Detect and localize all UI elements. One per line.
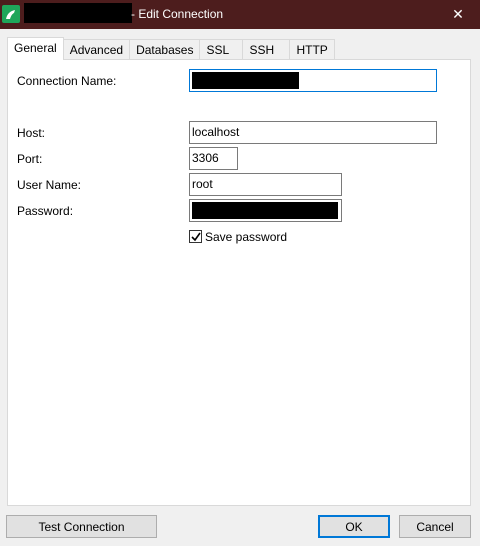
host-input[interactable]: localhost <box>189 121 437 144</box>
close-button[interactable]: ✕ <box>436 0 480 29</box>
tab-ssh[interactable]: SSH <box>242 39 291 59</box>
checkmark-icon <box>191 232 201 242</box>
title-bar: - Edit Connection ✕ <box>0 0 480 29</box>
tab-ssl[interactable]: SSL <box>199 39 244 59</box>
cancel-button[interactable]: Cancel <box>399 515 471 538</box>
tab-bar: General Advanced Databases SSL SSH HTTP <box>7 37 336 60</box>
tab-advanced[interactable]: Advanced <box>62 39 131 59</box>
connection-name-input[interactable] <box>189 69 437 92</box>
save-password-checkbox[interactable] <box>189 230 202 243</box>
redacted-connection-title <box>24 3 132 23</box>
redacted-connection-name <box>192 72 299 89</box>
password-label: Password: <box>17 204 74 218</box>
port-input[interactable]: 3306 <box>189 147 238 170</box>
tab-general[interactable]: General <box>7 37 64 60</box>
tab-databases[interactable]: Databases <box>129 39 201 59</box>
dolphin-app-icon <box>2 5 20 23</box>
close-icon: ✕ <box>452 6 464 22</box>
password-input[interactable] <box>189 199 342 222</box>
username-label: User Name: <box>17 178 82 192</box>
connection-name-label: Connection Name: <box>17 74 117 88</box>
window-title: - Edit Connection <box>131 7 224 21</box>
host-label: Host: <box>17 126 46 140</box>
ok-button[interactable]: OK <box>318 515 390 538</box>
username-input[interactable]: root <box>189 173 342 196</box>
save-password-label[interactable]: Save password <box>205 230 287 244</box>
test-connection-button[interactable]: Test Connection <box>6 515 157 538</box>
redacted-password <box>192 202 338 219</box>
tab-http[interactable]: HTTP <box>289 39 336 59</box>
port-label: Port: <box>17 152 43 166</box>
